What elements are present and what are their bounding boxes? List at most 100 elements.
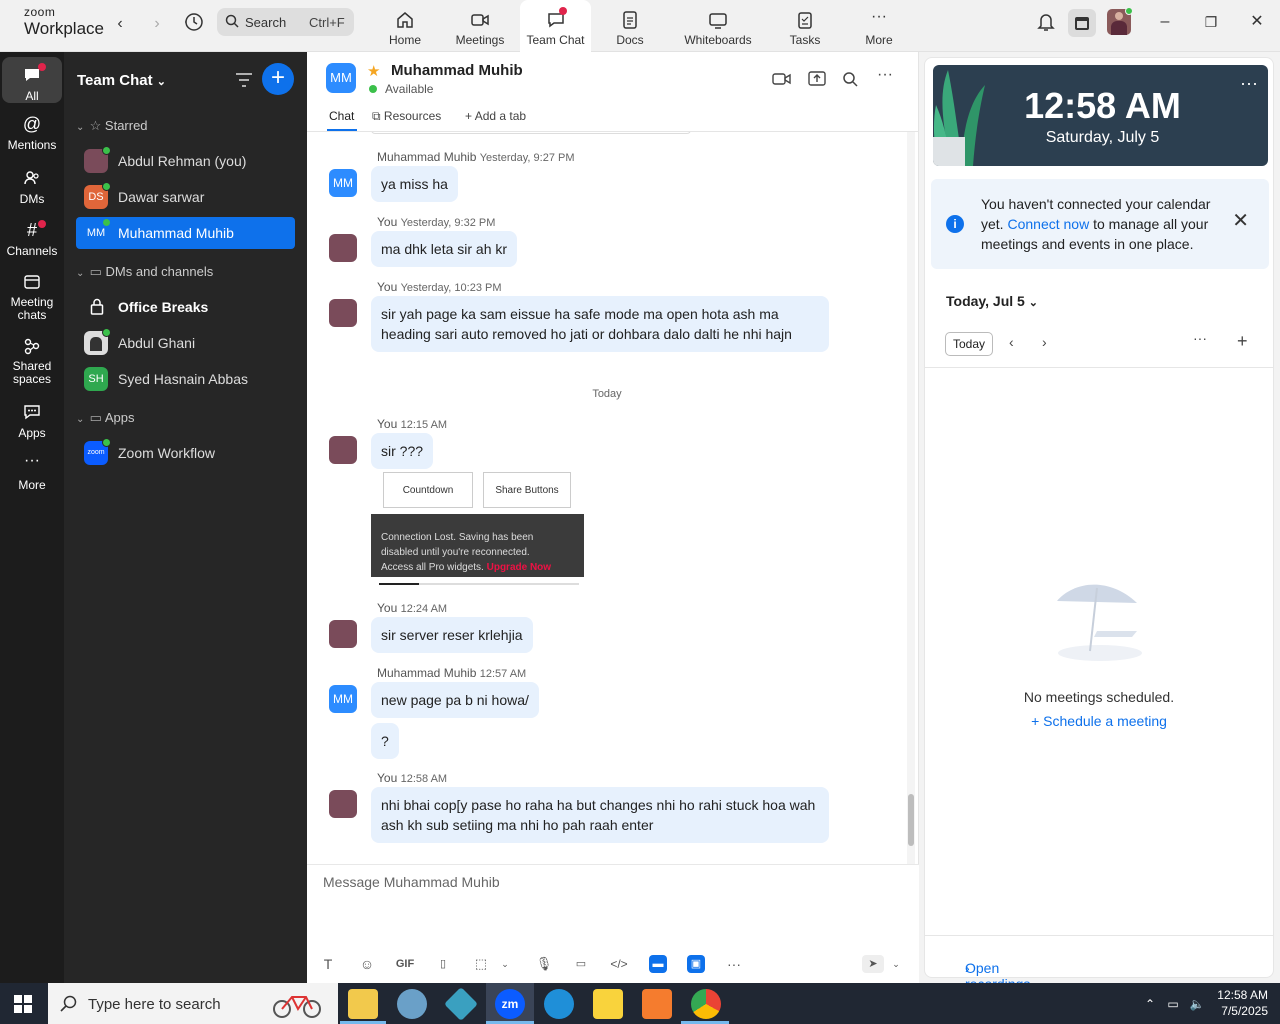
star-icon[interactable]: ★ (367, 62, 380, 80)
message-scrollbar[interactable] (907, 132, 915, 864)
tab-docs[interactable]: Docs (608, 0, 652, 52)
more-icon[interactable]: ··· (725, 955, 743, 973)
avatar[interactable] (329, 234, 357, 262)
taskbar-clock[interactable]: 12:58 AM 7/5/2025 (1217, 987, 1268, 1019)
profile-avatar[interactable] (1107, 7, 1133, 35)
composer-placeholder[interactable]: Message Muhammad Muhib (323, 874, 500, 890)
tab-meetings[interactable]: Meetings (450, 0, 510, 52)
avatar[interactable] (329, 790, 357, 818)
close-icon[interactable]: ✕ (1245, 10, 1269, 34)
next-day-icon[interactable]: › (1042, 334, 1047, 350)
windows-start-icon[interactable] (14, 995, 32, 1013)
whiteboard-share-icon[interactable]: ▬ (649, 955, 667, 973)
section-starred[interactable]: ⌄ ☆ Starred (76, 118, 148, 134)
rail-mentions[interactable]: @ Mentions (2, 114, 62, 152)
chevron-down-icon[interactable]: ⌄ (887, 955, 905, 973)
new-chat-button[interactable]: + (262, 63, 294, 95)
video-message-icon[interactable]: ▭ (572, 955, 590, 973)
open-recordings-link[interactable]: Open recordings › (925, 935, 1273, 992)
taskbar-search[interactable]: Type here to search (48, 983, 338, 1024)
rail-more[interactable]: ··· More (2, 453, 62, 493)
app-icon[interactable] (397, 989, 427, 1019)
search-box[interactable]: Search Ctrl+F (217, 8, 354, 36)
message-bubble[interactable]: new page pa b ni howa/ (371, 682, 539, 718)
subtab-resources[interactable]: ⧉ Resources (372, 109, 441, 124)
avatar[interactable] (329, 436, 357, 464)
list-item[interactable]: Abdul Ghani (76, 327, 295, 359)
search-icon[interactable] (841, 70, 861, 88)
chevron-down-icon[interactable]: ⌄ (496, 955, 514, 973)
history-icon[interactable] (183, 11, 205, 33)
edge-browser-icon[interactable] (544, 989, 574, 1019)
gif-button[interactable]: GIF (395, 955, 415, 973)
xampp-icon[interactable] (642, 989, 672, 1019)
emoji-icon[interactable]: ☺ (358, 955, 376, 973)
back-arrow-icon[interactable]: ‹ (108, 12, 132, 36)
more-options-icon[interactable]: ··· (877, 67, 897, 88)
rail-meeting-chats[interactable]: Meeting chats (2, 272, 62, 322)
restore-icon[interactable]: ❐ (1199, 10, 1223, 34)
message-bubble[interactable]: ma dhk leta sir ah kr (371, 231, 518, 267)
schedule-meeting-link[interactable]: + Schedule a meeting (925, 713, 1273, 729)
sticky-notes-icon[interactable] (593, 989, 623, 1019)
more-icon[interactable]: ··· (1240, 73, 1258, 94)
avatar[interactable] (329, 299, 357, 327)
minimize-icon[interactable]: – (1153, 10, 1177, 34)
tab-tasks[interactable]: Tasks (783, 0, 827, 52)
app-icon[interactable] (444, 987, 478, 1021)
bell-icon[interactable] (1037, 12, 1055, 32)
rail-channels[interactable]: # Channels (2, 220, 62, 258)
tab-more[interactable]: ··· More (857, 0, 901, 52)
subtab-chat[interactable]: Chat (329, 109, 354, 123)
message-bubble[interactable]: ? (371, 723, 399, 759)
share-screen-icon[interactable] (807, 70, 827, 88)
add-event-icon[interactable]: + (1237, 331, 1248, 352)
list-item-selected[interactable]: MM Muhammad Muhib (76, 217, 295, 249)
day-title[interactable]: Today, Jul 5 ⌄ (946, 293, 1038, 309)
list-item[interactable]: Office Breaks (76, 291, 295, 323)
rail-dms[interactable]: DMs (2, 168, 62, 206)
avatar[interactable]: MM (329, 169, 357, 197)
forward-arrow-icon[interactable]: › (145, 12, 169, 36)
file-icon[interactable]: ▯ (434, 955, 452, 973)
scrollbar-thumb[interactable] (908, 794, 914, 846)
list-item[interactable]: SH Syed Hasnain Abbas (76, 363, 295, 395)
calendar-app-button[interactable] (1068, 9, 1096, 37)
screenshot-icon[interactable]: ⬚ (472, 955, 490, 973)
previous-day-icon[interactable]: ‹ (1009, 334, 1014, 350)
today-button[interactable]: Today (945, 332, 993, 356)
subtab-add[interactable]: + Add a tab (465, 109, 526, 123)
rail-apps[interactable]: Apps (2, 402, 62, 440)
section-dms[interactable]: ⌄ ▭ DMs and channels (76, 264, 213, 280)
chrome-browser-icon[interactable] (691, 989, 721, 1019)
close-icon[interactable]: ✕ (1232, 211, 1249, 231)
section-apps[interactable]: ⌄ ▭ Apps (76, 410, 134, 426)
contact-name[interactable]: Muhammad Muhib (391, 62, 523, 79)
rail-shared-spaces[interactable]: Shared spaces (2, 336, 62, 386)
message-bubble[interactable]: sir ??? (371, 433, 434, 469)
message-bubble[interactable]: nhi bhai cop[y pase ho raha ha but chang… (371, 787, 829, 843)
message-bubble[interactable]: sir yah page ka sam eissue ha safe mode … (371, 296, 829, 352)
tab-whiteboards[interactable]: Whiteboards (678, 0, 758, 52)
message-composer[interactable]: Message Muhammad Muhib T ☺ GIF ▯ ⬚ ⌄ 🎙 ▭… (307, 864, 919, 983)
more-icon[interactable]: ··· (1193, 330, 1207, 346)
tab-home[interactable]: Home (380, 0, 430, 52)
connect-now-link[interactable]: Connect now (1007, 216, 1089, 232)
zoom-taskbar-button[interactable]: zm (486, 983, 534, 1024)
code-snippet-icon[interactable]: </> (610, 955, 628, 973)
file-explorer-icon[interactable] (348, 989, 378, 1019)
message-bubble[interactable]: sir server reser krlehjia (371, 617, 533, 653)
network-icon[interactable]: ▭ (1164, 995, 1182, 1013)
video-call-icon[interactable] (772, 70, 792, 88)
chevron-up-icon[interactable]: ⌃ (1141, 995, 1159, 1013)
avatar[interactable] (329, 620, 357, 648)
app-share-icon[interactable]: ▣ (687, 955, 705, 973)
list-item[interactable]: zoom Zoom Workflow (76, 437, 295, 469)
microphone-icon[interactable]: 🎙 (535, 955, 553, 973)
list-item[interactable]: Abdul Rehman (you) (76, 145, 295, 177)
avatar[interactable]: MM (329, 685, 357, 713)
filter-icon[interactable] (234, 71, 254, 89)
list-item[interactable]: DS Dawar sarwar (76, 181, 295, 213)
tab-team-chat[interactable]: Team Chat (520, 0, 591, 52)
panel-title[interactable]: Team Chat ⌄ (77, 72, 166, 89)
